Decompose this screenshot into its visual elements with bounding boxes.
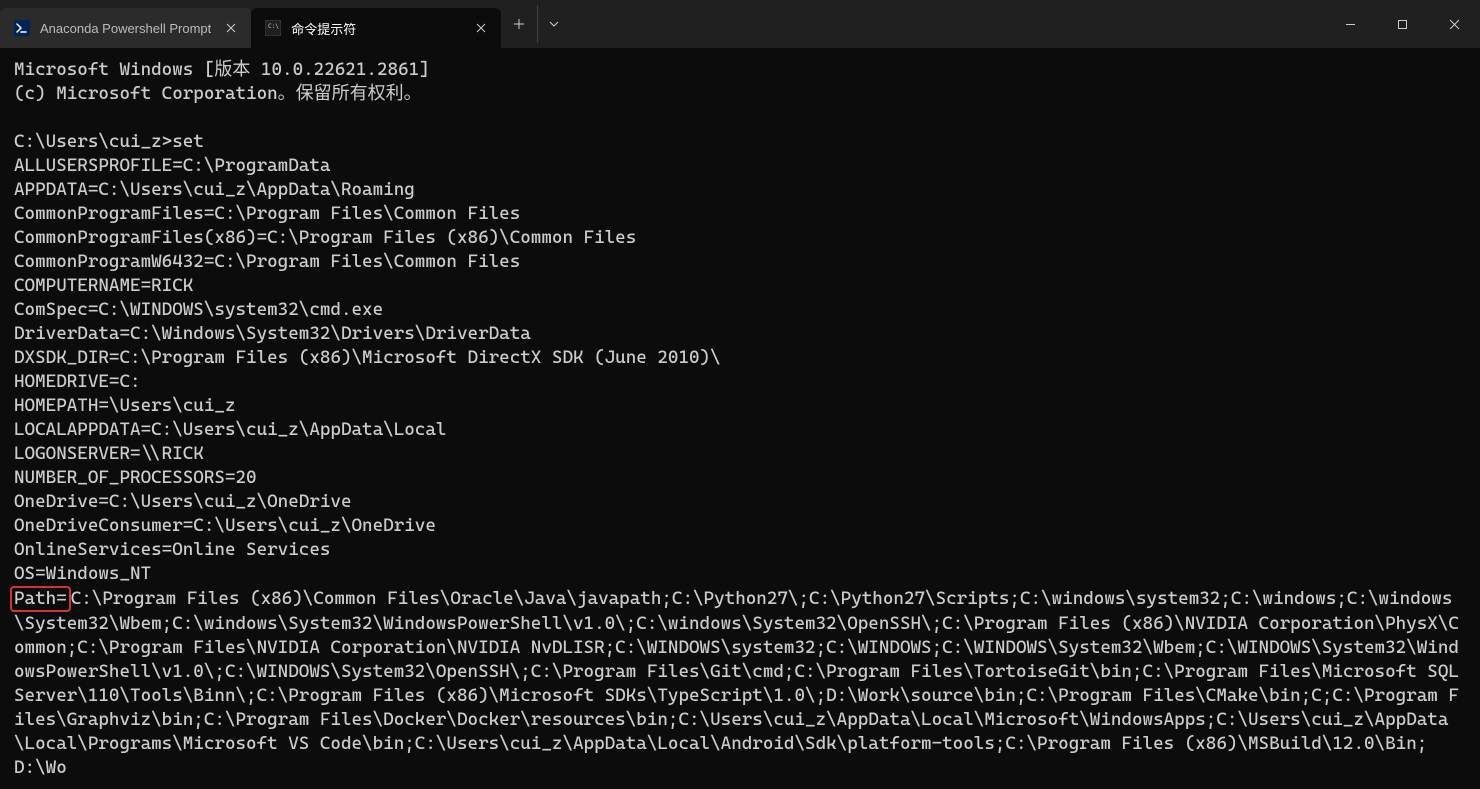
env-line: COMPUTERNAME=RICK bbox=[14, 275, 193, 296]
env-line: OneDriveConsumer=C:\Users\cui_z\OneDrive bbox=[14, 515, 436, 536]
env-line: CommonProgramW6432=C:\Program Files\Comm… bbox=[14, 251, 520, 272]
minimize-button[interactable] bbox=[1324, 4, 1376, 44]
tab-dropdown-button[interactable] bbox=[537, 6, 569, 42]
env-line: OS=Windows_NT bbox=[14, 563, 151, 584]
tab-label: 命令提示符 bbox=[291, 19, 461, 38]
env-line: LOCALAPPDATA=C:\Users\cui_z\AppData\Loca… bbox=[14, 419, 446, 440]
tabs-container: Anaconda Powershell Prompt C:\ 命令提示符 bbox=[0, 0, 569, 48]
close-icon[interactable] bbox=[471, 18, 491, 38]
path-value: C:\Program Files (x86)\Common Files\Orac… bbox=[14, 588, 1469, 778]
maximize-button[interactable] bbox=[1376, 4, 1428, 44]
tab-anaconda-powershell[interactable]: Anaconda Powershell Prompt bbox=[0, 8, 251, 48]
window-controls bbox=[1324, 4, 1480, 44]
terminal-output[interactable]: Microsoft Windows [版本 10.0.22621.2861] (… bbox=[0, 48, 1480, 789]
cmd-icon: C:\ bbox=[265, 20, 281, 36]
env-line: CommonProgramFiles=C:\Program Files\Comm… bbox=[14, 203, 520, 224]
env-line: OneDrive=C:\Users\cui_z\OneDrive bbox=[14, 491, 352, 512]
command: set bbox=[172, 131, 204, 152]
env-line: HOMEPATH=\Users\cui_z bbox=[14, 395, 235, 416]
env-line: DriverData=C:\Windows\System32\Drivers\D… bbox=[14, 323, 531, 344]
env-line: DXSDK_DIR=C:\Program Files (x86)\Microso… bbox=[14, 347, 721, 368]
banner-line: (c) Microsoft Corporation。保留所有权利。 bbox=[14, 83, 422, 104]
env-line: LOGONSERVER=\\RICK bbox=[14, 443, 204, 464]
powershell-icon bbox=[14, 20, 30, 36]
env-line: NUMBER_OF_PROCESSORS=20 bbox=[14, 467, 257, 488]
close-window-button[interactable] bbox=[1428, 4, 1480, 44]
env-line: APPDATA=C:\Users\cui_z\AppData\Roaming bbox=[14, 179, 415, 200]
path-highlight: Path= bbox=[10, 586, 71, 612]
titlebar: Anaconda Powershell Prompt C:\ 命令提示符 bbox=[0, 0, 1480, 48]
env-line: ALLUSERSPROFILE=C:\ProgramData bbox=[14, 155, 330, 176]
env-line: ComSpec=C:\WINDOWS\system32\cmd.exe bbox=[14, 299, 383, 320]
svg-text:C:\: C:\ bbox=[268, 23, 279, 30]
tab-command-prompt[interactable]: C:\ 命令提示符 bbox=[251, 8, 501, 48]
env-line: OnlineServices=Online Services bbox=[14, 539, 330, 560]
banner-line: Microsoft Windows [版本 10.0.22621.2861] bbox=[14, 59, 430, 80]
close-icon[interactable] bbox=[221, 18, 241, 38]
tab-label: Anaconda Powershell Prompt bbox=[40, 21, 211, 36]
prompt: C:\Users\cui_z> bbox=[14, 131, 172, 152]
env-line: HOMEDRIVE=C: bbox=[14, 371, 141, 392]
env-line: CommonProgramFiles(x86)=C:\Program Files… bbox=[14, 227, 636, 248]
new-tab-button[interactable] bbox=[501, 6, 537, 42]
